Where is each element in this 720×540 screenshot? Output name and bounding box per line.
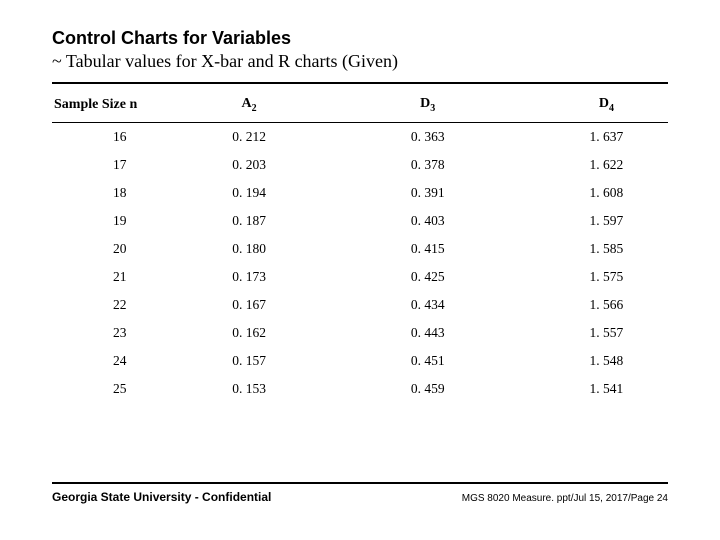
cell-a2: 0. 162	[188, 319, 311, 347]
footer-rule	[52, 482, 668, 484]
cell-n: 19	[52, 207, 188, 235]
table-row: 240. 1570. 4511. 548	[52, 347, 668, 375]
cell-a2: 0. 203	[188, 151, 311, 179]
footer-left: Georgia State University - Confidential	[52, 490, 271, 504]
cell-d4: 1. 557	[545, 319, 668, 347]
cell-d3: 0. 403	[311, 207, 545, 235]
footer-right: MGS 8020 Measure. ppt/Jul 15, 2017/Page …	[462, 493, 668, 504]
cell-d3: 0. 415	[311, 235, 545, 263]
cell-d4: 1. 608	[545, 179, 668, 207]
col-header-a2-sub: 2	[252, 103, 257, 114]
col-header-d3: D3	[311, 90, 545, 122]
cell-n: 20	[52, 235, 188, 263]
table-row: 230. 1620. 4431. 557	[52, 319, 668, 347]
cell-d4: 1. 637	[545, 122, 668, 151]
cell-d4: 1. 548	[545, 347, 668, 375]
cell-a2: 0. 180	[188, 235, 311, 263]
cell-d3: 0. 451	[311, 347, 545, 375]
table-row: 160. 2120. 3631. 637	[52, 122, 668, 151]
cell-d4: 1. 541	[545, 375, 668, 403]
table-row: 180. 1940. 3911. 608	[52, 179, 668, 207]
cell-d4: 1. 597	[545, 207, 668, 235]
cell-a2: 0. 212	[188, 122, 311, 151]
cell-n: 23	[52, 319, 188, 347]
cell-d4: 1. 622	[545, 151, 668, 179]
table-body: 160. 2120. 3631. 637170. 2030. 3781. 622…	[52, 122, 668, 403]
col-header-d4-base: D	[599, 96, 609, 111]
col-header-a2: A2	[188, 90, 311, 122]
slide: Control Charts for Variables ~ Tabular v…	[0, 0, 720, 540]
col-header-d3-sub: 3	[430, 103, 435, 114]
cell-d4: 1. 585	[545, 235, 668, 263]
cell-n: 21	[52, 263, 188, 291]
constants-table: Sample Size n A2 D3 D4 160. 2120. 3631. …	[52, 90, 668, 403]
footer: Georgia State University - Confidential …	[52, 482, 668, 504]
cell-n: 22	[52, 291, 188, 319]
table-row: 170. 2030. 3781. 622	[52, 151, 668, 179]
title-subtitle: ~ Tabular values for X-bar and R charts …	[52, 51, 668, 72]
table-row: 210. 1730. 4251. 575	[52, 263, 668, 291]
cell-a2: 0. 167	[188, 291, 311, 319]
cell-d4: 1. 566	[545, 291, 668, 319]
top-rule	[52, 82, 668, 84]
cell-d3: 0. 434	[311, 291, 545, 319]
cell-d4: 1. 575	[545, 263, 668, 291]
cell-d3: 0. 443	[311, 319, 545, 347]
cell-n: 17	[52, 151, 188, 179]
table-row: 190. 1870. 4031. 597	[52, 207, 668, 235]
cell-a2: 0. 187	[188, 207, 311, 235]
col-header-n: Sample Size n	[52, 90, 188, 122]
cell-a2: 0. 194	[188, 179, 311, 207]
col-header-d4-sub: 4	[609, 103, 614, 114]
cell-n: 25	[52, 375, 188, 403]
cell-d3: 0. 459	[311, 375, 545, 403]
table-header-row: Sample Size n A2 D3 D4	[52, 90, 668, 122]
cell-d3: 0. 425	[311, 263, 545, 291]
title-bold: Control Charts for Variables	[52, 28, 668, 49]
cell-a2: 0. 157	[188, 347, 311, 375]
col-header-d4: D4	[545, 90, 668, 122]
cell-a2: 0. 173	[188, 263, 311, 291]
cell-a2: 0. 153	[188, 375, 311, 403]
col-header-d3-base: D	[420, 96, 430, 111]
cell-n: 16	[52, 122, 188, 151]
cell-d3: 0. 378	[311, 151, 545, 179]
table-row: 200. 1800. 4151. 585	[52, 235, 668, 263]
col-header-a2-base: A	[242, 96, 252, 111]
footer-row: Georgia State University - Confidential …	[52, 490, 668, 504]
cell-n: 18	[52, 179, 188, 207]
table-row: 220. 1670. 4341. 566	[52, 291, 668, 319]
table-row: 250. 1530. 4591. 541	[52, 375, 668, 403]
cell-d3: 0. 363	[311, 122, 545, 151]
cell-n: 24	[52, 347, 188, 375]
cell-d3: 0. 391	[311, 179, 545, 207]
